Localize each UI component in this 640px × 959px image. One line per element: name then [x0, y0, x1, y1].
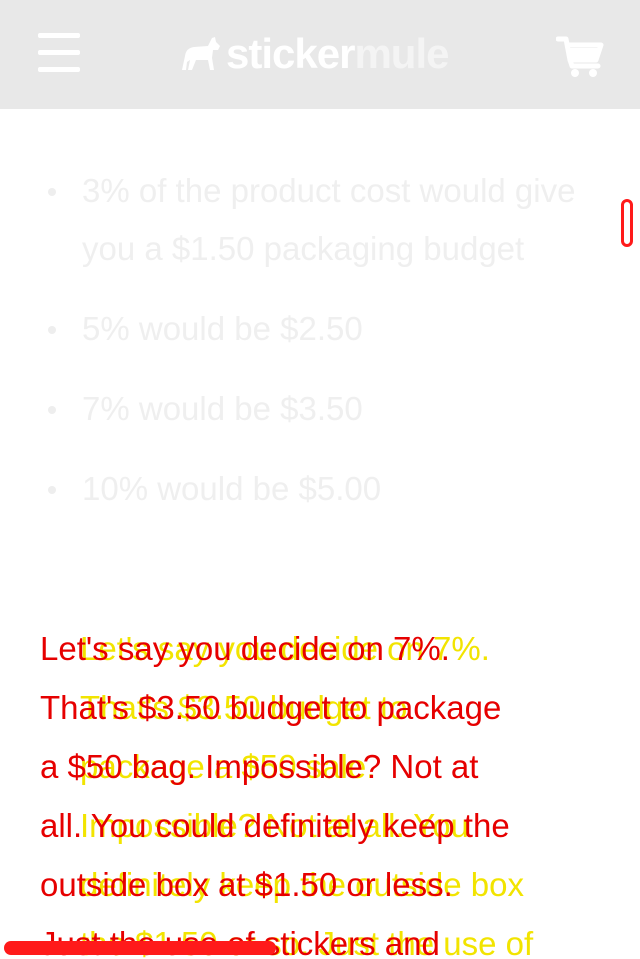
- menu-button[interactable]: [36, 33, 82, 73]
- paragraph-text: Let's say you decide on 7%. That's $3.50 …: [40, 619, 620, 959]
- list-item: 3% of the product cost would give you a …: [40, 162, 580, 278]
- page: stickermule 3% of the product cost would…: [0, 0, 640, 959]
- vertical-scrollbar[interactable]: [621, 199, 633, 247]
- logo[interactable]: stickermule: [178, 30, 449, 78]
- list-item: 7% would be $3.50: [40, 380, 580, 438]
- hamburger-menu-icon-bar: [38, 50, 80, 55]
- logo-text: stickermule: [226, 30, 449, 77]
- top-nav-bar: stickermule: [0, 0, 640, 109]
- list-item: 10% would be $5.00: [40, 460, 580, 518]
- shopping-cart-icon: [555, 36, 604, 77]
- paragraph-line: a $50 bag. Impossible? Not at: [40, 748, 479, 785]
- cart-button[interactable]: [555, 36, 604, 78]
- mule-logo-icon: [182, 37, 220, 70]
- hamburger-menu-icon-bar: [38, 67, 80, 72]
- budget-paragraph: Let's say you decide on 7%. That's $3.50 …: [40, 619, 620, 959]
- paragraph-line: outside box at $1.50 or less.: [40, 866, 453, 903]
- paragraph-line: That's $3.50 budget to package: [40, 689, 502, 726]
- paragraph-line: Let's say you decide on 7%.: [40, 630, 450, 667]
- paragraph-line: all. You could definitely keep the: [40, 807, 510, 844]
- packaging-budget-list: 3% of the product cost would give you a …: [40, 162, 580, 540]
- hamburger-menu-icon: [38, 33, 80, 38]
- list-item: 5% would be $2.50: [40, 300, 580, 358]
- logo-word-sticker: sticker: [226, 30, 355, 77]
- horizontal-scrollbar[interactable]: [4, 941, 276, 955]
- logo-word-mule: mule: [354, 30, 449, 77]
